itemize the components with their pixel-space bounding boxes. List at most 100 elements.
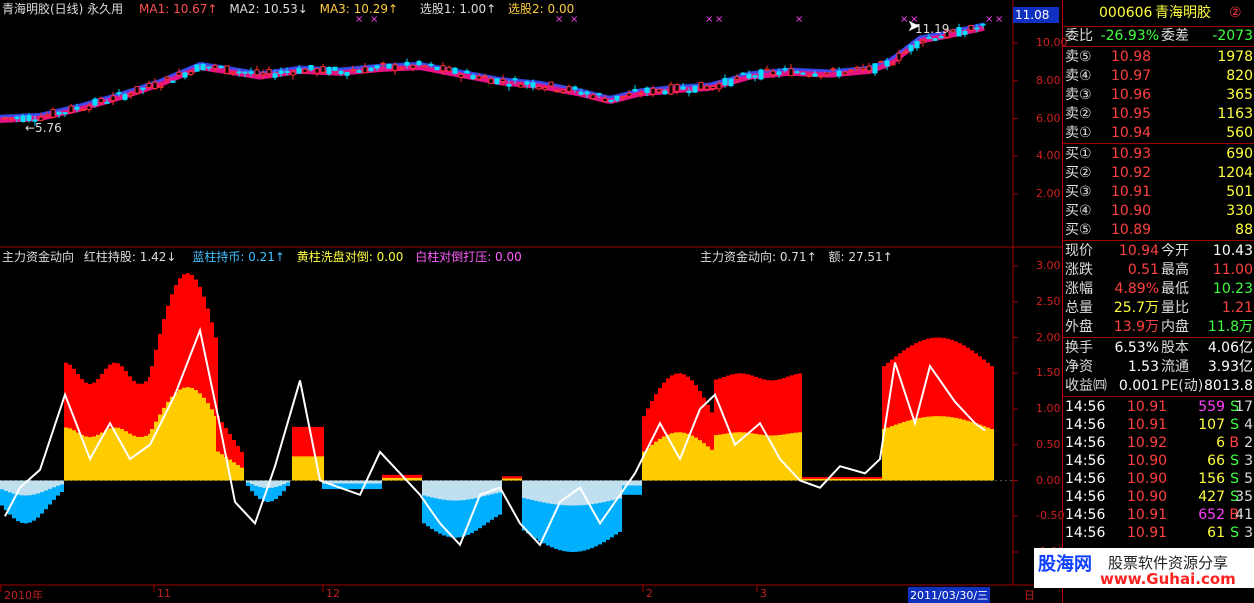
white-bar: [598, 480, 602, 503]
candle: [410, 64, 416, 69]
white-bar: [462, 480, 466, 501]
candle: [128, 93, 134, 97]
candle: [2, 117, 8, 120]
candle: [734, 76, 740, 80]
candle: [428, 63, 434, 66]
yellow-bar: [64, 427, 68, 481]
tick-time: 14:56: [1065, 435, 1106, 451]
ask-volume: 820: [1226, 68, 1253, 84]
yellow-bar: [942, 416, 946, 481]
candle: [236, 71, 242, 74]
candle: [746, 73, 752, 79]
tick-price: 10.90: [1127, 489, 1168, 505]
candle: [902, 51, 908, 54]
panel-separator: [1063, 337, 1254, 338]
yellow-bar: [922, 417, 926, 481]
yellow-bar: [698, 440, 702, 481]
yellow-bar: [750, 433, 754, 481]
yellow-bar: [382, 477, 386, 481]
yellow-bar: [320, 456, 324, 481]
yellow-bar: [240, 467, 244, 481]
panel-separator: [1063, 143, 1254, 144]
candle: [140, 87, 146, 90]
weibi-row: 委比 -26.93% 委差 -2073: [1063, 27, 1254, 46]
candle: [398, 67, 404, 70]
white-bar: [254, 480, 258, 486]
yellow-bar: [866, 478, 870, 481]
indicator-axis-tick: 0.50: [1036, 437, 1061, 451]
candle: [170, 80, 176, 83]
white-bar: [430, 480, 434, 498]
bid-row: 买⑤ 10.89 88: [1063, 221, 1254, 240]
yellow-bar: [506, 478, 510, 481]
date-axis-label: 2011/03/30/三: [908, 587, 991, 603]
yellow-bar: [694, 437, 698, 481]
candle: [80, 108, 86, 111]
candle: [332, 66, 338, 71]
yellow-bar: [898, 423, 902, 481]
yellow-bar: [410, 477, 414, 481]
fundamental-label: 收益㈣: [1065, 378, 1107, 394]
candle: [914, 40, 920, 49]
tick-price: 10.91: [1127, 507, 1168, 523]
white-bar: [278, 480, 282, 486]
weibi-value: -26.93%: [1100, 28, 1159, 44]
yellow-bar: [216, 451, 220, 481]
tick-row: 14:56 10.90 427 S 35: [1063, 488, 1254, 507]
tick-price: 10.90: [1127, 471, 1168, 487]
yellow-bar: [68, 428, 72, 481]
ask-level-label: 卖②: [1065, 106, 1092, 122]
white-bar: [614, 480, 618, 500]
tick-row: 14:56 10.90 156 S 5: [1063, 470, 1254, 489]
yellow-bar: [174, 392, 178, 481]
candle: [320, 66, 326, 73]
candle: [374, 65, 380, 69]
candle: [248, 71, 254, 74]
tick-price: 10.90: [1127, 453, 1168, 469]
stat-value: 0.51: [1127, 262, 1159, 278]
yellow-bar: [104, 430, 108, 481]
tick-volume: 6: [1216, 435, 1225, 451]
candle: [728, 78, 734, 87]
candle: [662, 90, 668, 95]
candle: [764, 68, 770, 72]
fundamental-label: 净资: [1065, 359, 1093, 375]
tick-time: 14:56: [1065, 525, 1106, 541]
candle: [476, 75, 482, 80]
ask-volume: 365: [1226, 87, 1253, 103]
candle: [452, 67, 458, 74]
yellow-bar: [72, 430, 76, 481]
candle: [770, 70, 776, 76]
white-bar: [422, 480, 426, 496]
yellow-bar: [822, 478, 826, 481]
candle: [782, 68, 788, 71]
candle: [440, 65, 446, 72]
tick-volume: 156: [1198, 471, 1225, 487]
yellow-bar: [982, 426, 986, 481]
yellow-bar: [818, 478, 822, 481]
white-bar: [554, 480, 558, 505]
stat-label: 最低: [1161, 281, 1189, 297]
tick-row: 14:56 10.91 559 S 17: [1063, 398, 1254, 417]
fundamental-value: 0.001: [1118, 378, 1159, 394]
tick-price: 10.91: [1127, 399, 1168, 415]
tick-time: 14:56: [1065, 453, 1106, 469]
white-bar: [36, 480, 40, 494]
yellow-bar: [386, 477, 390, 481]
white-bar: [538, 480, 542, 502]
candle: [206, 66, 212, 69]
white-bar: [466, 480, 470, 500]
indicator-title: 主力资金动向: [2, 250, 75, 264]
yellow-bar: [414, 477, 418, 481]
white-bar: [490, 480, 494, 495]
price-axis-tick: 4.00: [1036, 149, 1061, 163]
yellow-bar: [726, 433, 730, 481]
candle: [482, 75, 488, 78]
candle: [422, 65, 428, 68]
candle: [134, 86, 140, 94]
ask-price: 10.95: [1111, 106, 1152, 122]
stat-row: 现价 10.94 今开 10.43: [1063, 242, 1254, 261]
yellow-bar: [714, 435, 718, 481]
bid-volume: 88: [1235, 222, 1253, 238]
yellow-bar: [140, 436, 144, 481]
